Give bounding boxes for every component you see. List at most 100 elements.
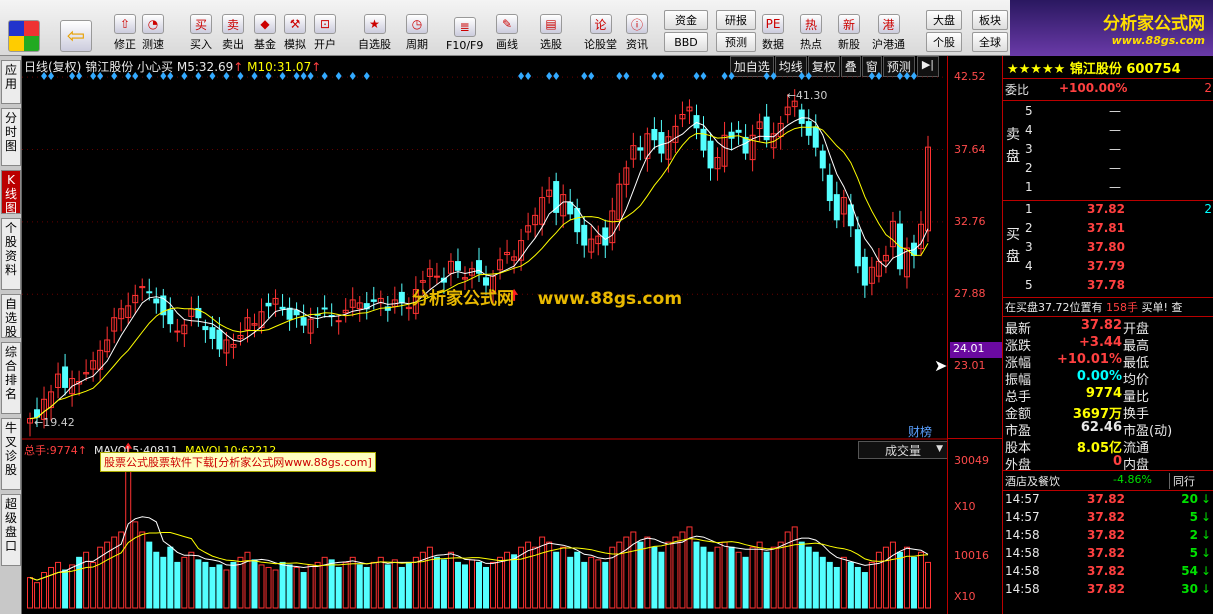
caibang-link[interactable]: 财榜 [908, 423, 932, 440]
toolbar-button-label: 周期 [406, 38, 428, 51]
toolbar-small-button-7[interactable]: 全球 [972, 32, 1008, 52]
toolbar-small-button-5[interactable]: 板块 [972, 10, 1008, 30]
toolbar-button-17[interactable]: 港沪港通 [872, 6, 905, 52]
total-value: 9774 [49, 444, 78, 457]
toolbar-button-5[interactable]: ⚒ 模拟 [284, 6, 306, 52]
toolbar-button-11[interactable]: ▤ 选股 [540, 6, 562, 52]
kline-chart[interactable]: 日线(复权) 锦江股份 小心买 M5:32.69↑ M10:31.07↑ 加自选… [22, 56, 948, 614]
left-tab-3[interactable]: 个股资料 [1, 218, 21, 290]
sector-row[interactable]: 酒店及餐饮 -4.86% 同行 [1003, 472, 1213, 491]
toolbar-button-7[interactable]: ★ 自选股 [358, 6, 391, 52]
toolbar-button-4[interactable]: ◆ 基金 [254, 6, 276, 52]
left-tab-0[interactable]: 应用 [1, 60, 21, 104]
volume-bar [805, 546, 812, 609]
order-status: 在买盘37.72位置有 158手 买单! 查 [1003, 298, 1213, 317]
volume-bar [560, 546, 567, 609]
toolbar-small-button-3[interactable]: 预测 [716, 32, 756, 52]
candle-body [798, 109, 805, 124]
stat-row: 金额 3697万 换手 [1003, 403, 1213, 422]
volume-tick: 10016 [954, 549, 989, 562]
trade-volume: 5 [1189, 546, 1198, 560]
candle-body [153, 298, 160, 304]
order-status-qty: 158手 [1106, 301, 1138, 314]
ad-banner[interactable]: 股票公式股票软件下载[分析家公式网www.88gs.com] [100, 452, 376, 472]
volume-bar [763, 551, 770, 609]
toolbar-button-3[interactable]: 卖卖出 [222, 6, 244, 52]
toolbar-button-0[interactable]: ⇧ 修正 [114, 6, 136, 52]
toolbar-button-12[interactable]: 论论股堂 [584, 6, 617, 52]
volume-bar [861, 572, 868, 609]
volume-bar [307, 564, 314, 609]
toolbar-button-14[interactable]: PE 数据 [762, 6, 784, 52]
down-arrow-icon: ↓ [1200, 564, 1211, 578]
sell-level-num: 2 [1025, 161, 1033, 175]
volume-bar [223, 569, 230, 609]
toolbar-button-label: 卖出 [222, 38, 244, 51]
toolbar-small-button-4[interactable]: 大盘 [926, 10, 962, 30]
toolbar-button-8[interactable]: ◷ 周期 [406, 6, 428, 52]
volume-bar [651, 546, 658, 609]
toolbar-small-button-2[interactable]: BBD [664, 32, 708, 52]
chat-icon: 论 [589, 14, 612, 34]
volume-bar [293, 566, 300, 609]
toolbar-button-1[interactable]: ◔ 测速 [142, 6, 164, 52]
toolbar-button-15[interactable]: 热热点 [800, 6, 822, 52]
rating-stars: ★★★★★ [1007, 62, 1066, 77]
stat-value: 0.00% [1076, 369, 1122, 384]
buy-level-price: 37.81 [1087, 221, 1125, 235]
volume-selector[interactable]: 成交量 ▼ [858, 441, 948, 459]
signal-diamond [728, 72, 735, 80]
volume-tick: 30049 [954, 454, 989, 467]
stat-row: 外盘 0 内盘 [1003, 454, 1213, 473]
volume-bar [55, 561, 62, 609]
toolbar-button-label: 买入 [190, 38, 212, 51]
trade-volume: 20 [1181, 492, 1198, 506]
chart-icon: ▤ [540, 14, 562, 34]
left-tab-1[interactable]: 分时图 [1, 108, 21, 166]
left-tab-6[interactable]: 牛叉诊股 [1, 418, 21, 490]
small-button-label: 资金 [675, 14, 697, 27]
toolbar-button-16[interactable]: 新新股 [838, 6, 860, 52]
volume-bar [433, 556, 440, 609]
signal-diamond [125, 72, 132, 80]
sell-level-price: — [1109, 161, 1121, 175]
volume-bar [34, 582, 41, 609]
back-button[interactable]: ⇦ [60, 8, 92, 54]
signal-diamond [770, 72, 777, 80]
toolbar-button-6[interactable]: ⊡ 开户 [314, 6, 336, 52]
toolbar-small-button-6[interactable]: 个股 [926, 32, 962, 52]
left-tab-2[interactable]: K线图 [1, 170, 21, 215]
order-status-tail: 买单! 查 [1141, 301, 1183, 314]
volume-bar [405, 561, 412, 609]
toolbar-button-13[interactable]: ⓘ 资讯 [626, 6, 648, 52]
toolbar-button-label: 新股 [838, 38, 860, 51]
peak-label: ←41.30 [787, 89, 828, 102]
signal-diamond [90, 72, 97, 80]
signal-diamond [651, 72, 658, 80]
weibi-value: +100.00% [1059, 81, 1128, 95]
signal-diamond [321, 72, 328, 80]
toolbar-small-button-0[interactable]: 资金 [664, 10, 708, 30]
peer-tab[interactable]: 同行 [1169, 473, 1195, 489]
toolbar-button-9[interactable]: ≣ F10/F9 [446, 6, 483, 52]
left-tab-4[interactable]: 自选股 [1, 294, 21, 339]
toolbar-button-10[interactable]: ✎ 画线 [496, 6, 518, 52]
price-tick: 42.52 [954, 70, 986, 84]
volume-bar [412, 556, 419, 609]
hot-icon: 热 [800, 14, 822, 34]
volume-bar [896, 551, 903, 609]
toolbar-small-button-1[interactable]: 研报 [716, 10, 756, 30]
signal-diamond [251, 72, 258, 80]
candle-body [335, 320, 342, 323]
volume-bar [588, 556, 595, 609]
candle-body [146, 291, 153, 294]
volume-bar [868, 561, 875, 609]
left-tab-7[interactable]: 超级盘口 [1, 494, 21, 566]
left-tab-5[interactable]: 综合排名 [1, 342, 21, 414]
volume-bar [826, 561, 833, 609]
volume-bar [700, 546, 707, 609]
volume-bar [616, 541, 623, 609]
toolbar-button-2[interactable]: 买买入 [190, 6, 212, 52]
windows-icon[interactable] [8, 8, 40, 54]
small-button-label: 板块 [979, 14, 1001, 27]
